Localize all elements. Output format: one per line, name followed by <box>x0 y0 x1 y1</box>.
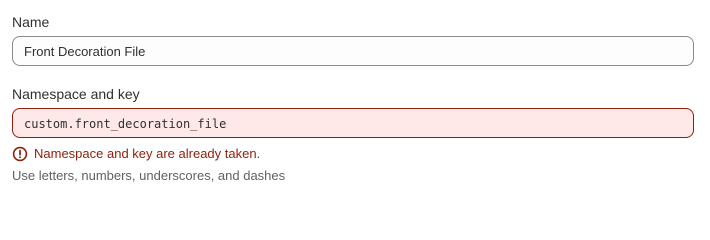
namespace-key-error: Namespace and key are already taken. <box>12 145 260 163</box>
name-input[interactable]: Front Decoration File <box>12 36 694 66</box>
namespace-key-input-value: custom.front_decoration_file <box>24 117 227 131</box>
alert-circle-icon <box>12 146 28 162</box>
name-input-value: Front Decoration File <box>24 44 146 59</box>
name-label: Name <box>12 14 50 30</box>
namespace-key-help-text: Use letters, numbers, underscores, and d… <box>12 168 286 183</box>
error-message: Namespace and key are already taken. <box>34 146 261 161</box>
namespace-key-label: Namespace and key <box>12 86 140 102</box>
namespace-key-input[interactable]: custom.front_decoration_file <box>12 108 694 138</box>
